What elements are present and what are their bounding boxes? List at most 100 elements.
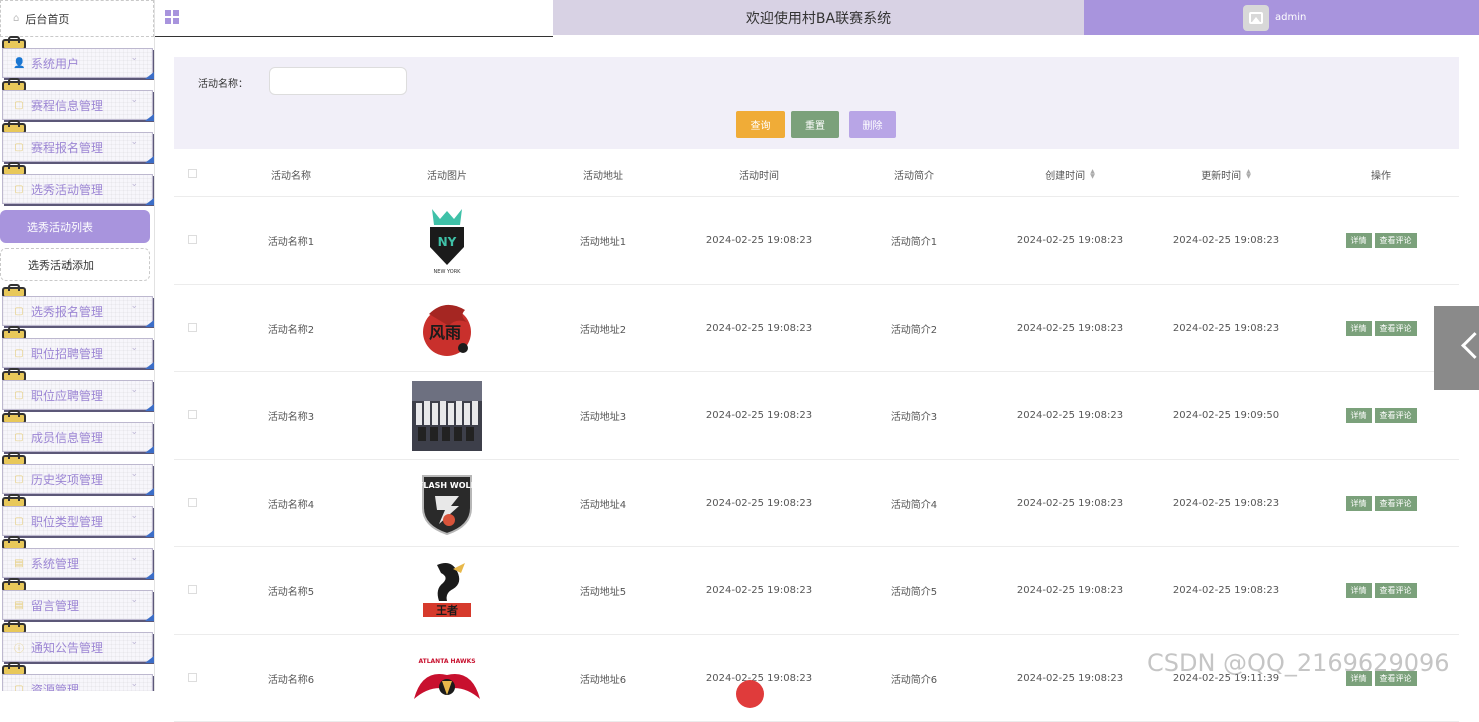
cell-intro: 活动简介5 bbox=[857, 547, 971, 634]
chevron-down-icon: ⌄ bbox=[130, 469, 138, 479]
cell-intro: 活动简介1 bbox=[857, 197, 971, 284]
menu-corner bbox=[145, 614, 154, 621]
activity-table: 活动名称 活动图片 活动地址 活动时间 活动简介 创建时间 ▲▼ 更新时间 ▲▼… bbox=[174, 151, 1459, 722]
delete-button[interactable]: 删除 bbox=[849, 111, 896, 138]
folder-icon: ▢ bbox=[13, 390, 25, 401]
row-checkbox[interactable] bbox=[188, 410, 197, 419]
header-user[interactable]: admin bbox=[1084, 0, 1479, 35]
detail-button[interactable]: 详情 bbox=[1346, 233, 1372, 248]
cell-created: 2024-02-25 19:08:23 bbox=[1013, 635, 1127, 722]
view-comments-button[interactable]: 查看评论 bbox=[1375, 408, 1417, 423]
sidebar-menu-item[interactable]: ▢职位招聘管理⌄ bbox=[2, 338, 153, 368]
hawks-logo[interactable]: ATLANTA HAWKS bbox=[412, 643, 482, 713]
reset-button[interactable]: 重置 bbox=[791, 111, 839, 138]
sidebar-subitem-draft-add[interactable]: 选秀活动添加 bbox=[0, 248, 150, 281]
cell-address: 活动地址5 bbox=[546, 547, 660, 634]
sidebar-menu-item[interactable]: ▢历史奖项管理⌄ bbox=[2, 464, 153, 494]
chevron-down-icon: ⌄ bbox=[130, 511, 138, 521]
column-header-updated[interactable]: 更新时间 ▲▼ bbox=[1169, 151, 1283, 197]
cell-address: 活动地址6 bbox=[546, 635, 660, 722]
sidebar-menu-label: 选秀活动管理 bbox=[31, 181, 103, 198]
sidebar-menu-item[interactable]: ▢职位类型管理⌄ bbox=[2, 506, 153, 536]
detail-button[interactable]: 详情 bbox=[1346, 321, 1372, 336]
cell-address: 活动地址4 bbox=[546, 460, 660, 547]
folder-icon: ▢ bbox=[13, 516, 25, 527]
cell-updated: 2024-02-25 19:08:23 bbox=[1169, 285, 1283, 372]
detail-button[interactable]: 详情 bbox=[1346, 583, 1372, 598]
cell-time: 2024-02-25 19:08:23 bbox=[702, 372, 816, 459]
sidebar-menu-item[interactable]: ▤系统管理⌄ bbox=[2, 548, 153, 578]
column-header-image: 活动图片 bbox=[390, 151, 504, 197]
cell-intro: 活动简介4 bbox=[857, 460, 971, 547]
binder-clip-icon bbox=[2, 620, 24, 632]
sidebar-menu-item[interactable]: ▢选秀报名管理⌄ bbox=[2, 296, 153, 326]
avatar-icon[interactable] bbox=[1243, 5, 1269, 31]
sort-icon[interactable]: ▲▼ bbox=[1090, 169, 1095, 179]
menu-corner bbox=[145, 446, 154, 453]
chevron-down-icon: ⌄ bbox=[130, 637, 138, 647]
watermark: CSDN @QQ_2169629096 bbox=[1147, 649, 1450, 677]
cell-actions: 详情查看评论 bbox=[1324, 197, 1438, 284]
view-comments-button[interactable]: 查看评论 bbox=[1375, 321, 1417, 336]
binder-clip-icon bbox=[2, 162, 24, 174]
menu-corner bbox=[145, 656, 154, 663]
query-button[interactable]: 查询 bbox=[736, 111, 785, 138]
menu-toggle-icon[interactable] bbox=[165, 10, 179, 24]
binder-clip-icon bbox=[2, 536, 24, 548]
view-comments-button[interactable]: 查看评论 bbox=[1375, 496, 1417, 511]
detail-button[interactable]: 详情 bbox=[1346, 496, 1372, 511]
sidebar-menu-label: 通知公告管理 bbox=[31, 639, 103, 656]
team-photo[interactable] bbox=[412, 381, 482, 451]
sort-icon[interactable]: ▲▼ bbox=[1246, 169, 1251, 179]
column-header-time: 活动时间 bbox=[702, 151, 816, 197]
binder-clip-icon bbox=[2, 452, 24, 464]
row-checkbox[interactable] bbox=[188, 235, 197, 244]
sidebar-menu-item[interactable]: ▢赛程报名管理⌄ bbox=[2, 132, 153, 162]
sidebar-menu-item[interactable]: ⓘ通知公告管理⌄ bbox=[2, 632, 153, 662]
sidebar-menu-item[interactable]: 👤系统用户⌄ bbox=[2, 48, 153, 78]
cell-updated: 2024-02-25 19:11:39 bbox=[1169, 635, 1283, 722]
sidebar-subitem-draft-list[interactable]: 选秀活动列表 bbox=[0, 210, 150, 243]
binder-clip-icon bbox=[2, 284, 24, 296]
cell-image bbox=[390, 372, 504, 459]
sidebar-menu-label: 赛程信息管理 bbox=[31, 97, 103, 114]
view-comments-button[interactable]: 查看评论 bbox=[1375, 233, 1417, 248]
sidebar-menu-item[interactable]: ▢选秀活动管理⌄ bbox=[2, 174, 153, 204]
sidebar-home[interactable]: ⌂ 后台首页 bbox=[0, 0, 154, 37]
table-header: 活动名称 活动图片 活动地址 活动时间 活动简介 创建时间 ▲▼ 更新时间 ▲▼… bbox=[174, 151, 1459, 197]
binder-clip-icon bbox=[2, 36, 24, 48]
row-checkbox[interactable] bbox=[188, 673, 197, 682]
cell-actions: 详情查看评论 bbox=[1324, 372, 1438, 459]
username[interactable]: admin bbox=[1275, 12, 1306, 23]
folder-icon: ▢ bbox=[13, 684, 25, 692]
binder-clip-icon bbox=[2, 494, 24, 506]
svg-text:ATLANTA HAWKS: ATLANTA HAWKS bbox=[418, 658, 475, 665]
collapse-tab[interactable] bbox=[1434, 306, 1479, 390]
select-all-checkbox[interactable] bbox=[188, 169, 197, 178]
table-row: 活动名称3活动地址32024-02-25 19:08:23活动简介32024-0… bbox=[174, 372, 1459, 460]
row-checkbox[interactable] bbox=[188, 323, 197, 332]
liberty-logo[interactable]: NYNEW YORK bbox=[412, 206, 482, 276]
floating-ball[interactable] bbox=[736, 680, 764, 708]
fengyun-logo[interactable]: 风雨 bbox=[412, 293, 482, 363]
row-checkbox[interactable] bbox=[188, 585, 197, 594]
sidebar-menu-item[interactable]: ▤留言管理⌄ bbox=[2, 590, 153, 620]
cell-name: 活动名称1 bbox=[234, 197, 348, 284]
sidebar-menu-item[interactable]: ▢资源管理⌄ bbox=[2, 674, 153, 691]
view-comments-button[interactable]: 查看评论 bbox=[1375, 583, 1417, 598]
sidebar-menu-item[interactable]: ▢成员信息管理⌄ bbox=[2, 422, 153, 452]
svg-text:风雨: 风雨 bbox=[429, 323, 461, 342]
sidebar-menu-label: 选秀报名管理 bbox=[31, 303, 103, 320]
activity-name-input[interactable] bbox=[269, 67, 407, 95]
sidebar-menu-item[interactable]: ▢赛程信息管理⌄ bbox=[2, 90, 153, 120]
sidebar-menu-label: 职位招聘管理 bbox=[31, 345, 103, 362]
dragon-logo[interactable]: 王者 bbox=[412, 556, 482, 626]
sidebar-menu-item[interactable]: ▢职位应聘管理⌄ bbox=[2, 380, 153, 410]
menu-corner bbox=[145, 530, 154, 537]
flash-wolf-logo[interactable]: FLASH WOLF bbox=[412, 468, 482, 538]
cell-image: FLASH WOLF bbox=[390, 460, 504, 547]
detail-button[interactable]: 详情 bbox=[1346, 408, 1372, 423]
binder-clip-icon bbox=[2, 410, 24, 422]
column-header-created[interactable]: 创建时间 ▲▼ bbox=[1013, 151, 1127, 197]
row-checkbox[interactable] bbox=[188, 498, 197, 507]
